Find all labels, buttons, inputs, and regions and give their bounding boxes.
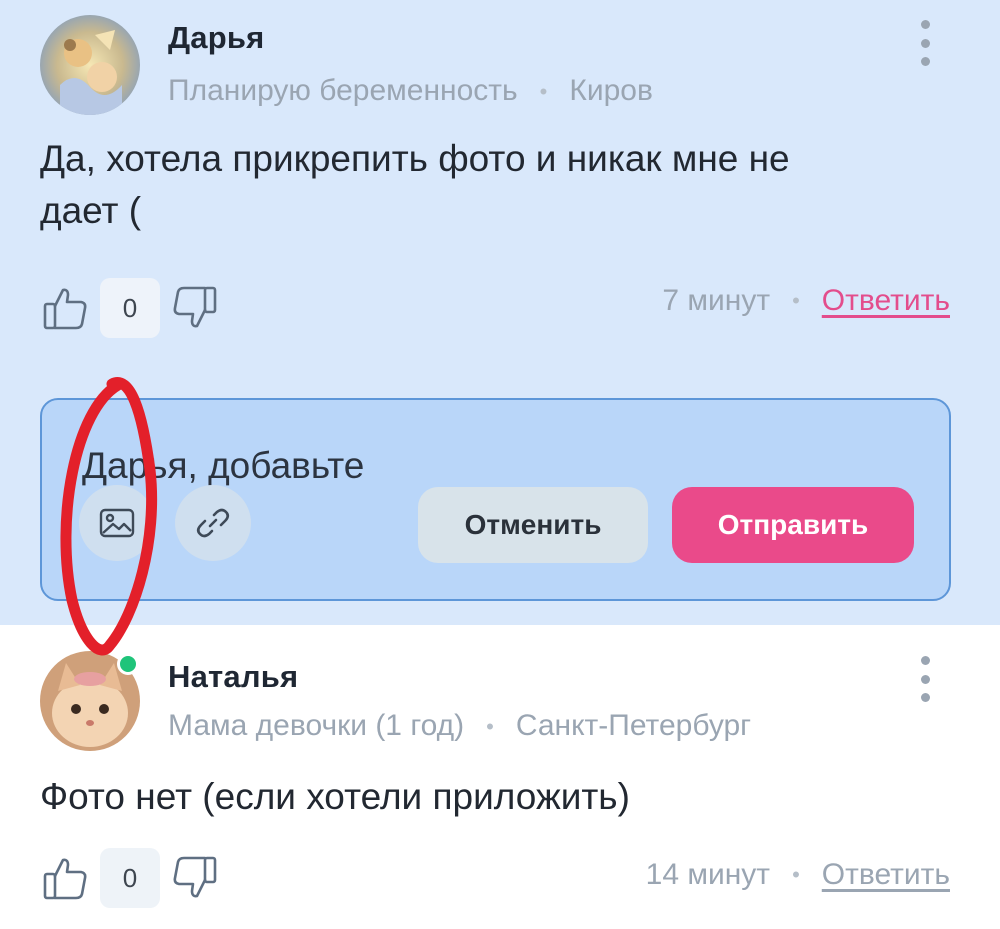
separator-dot: • bbox=[792, 288, 800, 313]
more-vertical-icon[interactable] bbox=[915, 656, 935, 702]
avatar[interactable] bbox=[40, 15, 140, 115]
thumb-up-icon[interactable] bbox=[40, 853, 90, 903]
attach-link-button[interactable] bbox=[175, 485, 251, 561]
author-status: Мама девочки (1 год) bbox=[168, 709, 465, 742]
reply-link[interactable]: Ответить bbox=[822, 284, 950, 318]
separator-dot: • bbox=[792, 862, 800, 887]
author-city: Киров bbox=[569, 74, 653, 107]
link-icon bbox=[196, 508, 230, 538]
image-icon bbox=[99, 508, 135, 538]
author-name[interactable]: Дарья bbox=[168, 20, 264, 56]
thumb-down-icon[interactable] bbox=[170, 853, 220, 903]
online-indicator bbox=[117, 653, 139, 675]
author-meta: Мама девочки (1 год) • Санкт-Петербург bbox=[168, 709, 751, 743]
thumb-down-icon[interactable] bbox=[170, 283, 220, 333]
author-city: Санкт-Петербург bbox=[515, 709, 752, 742]
separator-dot: • bbox=[486, 714, 494, 740]
attach-image-button[interactable] bbox=[79, 485, 155, 561]
reply-link[interactable]: Ответить bbox=[822, 858, 950, 892]
more-vertical-icon[interactable] bbox=[915, 20, 935, 66]
comment-footer: 14 минут • Ответить bbox=[646, 858, 950, 892]
cancel-button[interactable]: Отменить bbox=[418, 487, 648, 563]
reply-form: Дарья, добавьте Отменить Отправить bbox=[40, 398, 951, 601]
send-button[interactable]: Отправить bbox=[672, 487, 914, 563]
comment-text-line: Фото нет (если хотели приложить) bbox=[40, 776, 630, 817]
vote-count: 0 bbox=[100, 278, 160, 338]
comment-time: 14 минут bbox=[645, 858, 771, 891]
comment-text-line: дает ( bbox=[40, 190, 142, 231]
vote-count: 0 bbox=[100, 848, 160, 908]
comment-card-natalia: Наталья Мама девочки (1 год) • Санкт-Петер… bbox=[0, 625, 1000, 929]
avatar-image bbox=[40, 15, 140, 115]
separator-dot: • bbox=[539, 79, 548, 105]
author-name[interactable]: Наталья bbox=[168, 659, 298, 695]
vote-controls: 0 bbox=[40, 278, 220, 338]
comment-footer: 7 минут • Ответить bbox=[662, 284, 950, 318]
author-status: Планирую беременность bbox=[168, 74, 518, 107]
comment-text: Фото нет (если хотели приложить) bbox=[40, 771, 630, 823]
author-meta: Планирую беременность • Киров bbox=[168, 74, 653, 108]
thumb-up-icon[interactable] bbox=[40, 283, 90, 333]
comment-text-line: Да, хотела прикрепить фото и никак мне н… bbox=[40, 138, 790, 179]
comment-time: 7 минут bbox=[662, 284, 771, 317]
vote-controls: 0 bbox=[40, 848, 220, 908]
comment-text: Да, хотела прикрепить фото и никак мне н… bbox=[40, 133, 790, 237]
reply-input[interactable]: Дарья, добавьте bbox=[82, 445, 364, 487]
comment-card-daria: Дарья Планирую беременность • Киров Да, хо… bbox=[0, 0, 1000, 625]
